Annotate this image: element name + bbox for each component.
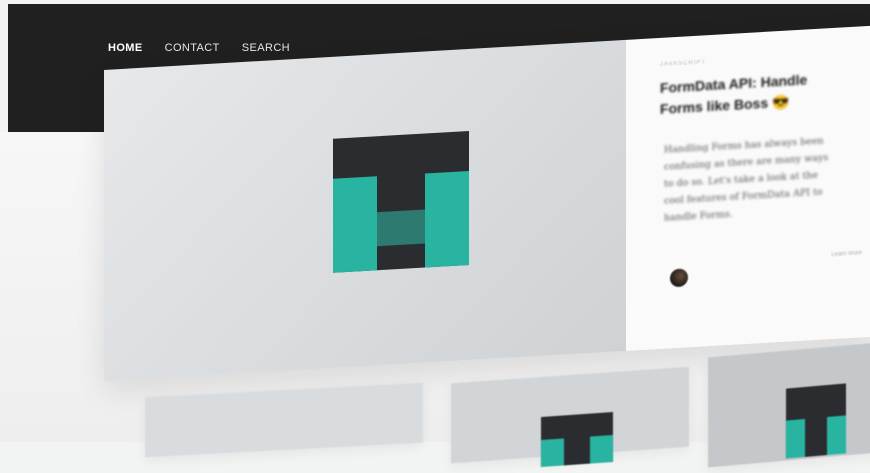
featured-post-card[interactable]: JAVASCRIPT FormData API: Handle Forms li…: [104, 25, 870, 381]
author-avatar[interactable]: [670, 268, 688, 288]
logo-right-bar: [826, 414, 846, 456]
post-category[interactable]: JAVASCRIPT: [660, 59, 706, 68]
post-logo-icon: [541, 411, 613, 468]
logo-left-bar: [333, 176, 377, 273]
featured-post-details: JAVASCRIPT FormData API: Handle Forms li…: [626, 25, 870, 351]
logo-left-bar: [786, 418, 806, 459]
nav-contact-link[interactable]: CONTACT: [165, 42, 220, 54]
nav-search-link[interactable]: SEARCH: [242, 42, 290, 54]
read-more-link[interactable]: Learn More: [831, 250, 862, 258]
main-nav: HOME CONTACT SEARCH: [108, 42, 290, 54]
nav-home-link[interactable]: HOME: [108, 42, 143, 54]
post-excerpt: Handling Forms has always been confusing…: [664, 135, 829, 224]
post-logo-icon: [786, 383, 846, 459]
logo-right-bar: [425, 170, 469, 268]
post-title[interactable]: FormData API: Handle Forms like Boss 😎: [660, 67, 850, 120]
post-card[interactable]: [708, 342, 870, 468]
featured-post-image[interactable]: [104, 39, 626, 381]
logo-left-bar: [541, 437, 565, 468]
logo-right-bar: [589, 434, 613, 464]
post-logo-icon: [333, 130, 469, 273]
logo-middle-block: [377, 209, 425, 247]
post-card[interactable]: [451, 366, 689, 468]
